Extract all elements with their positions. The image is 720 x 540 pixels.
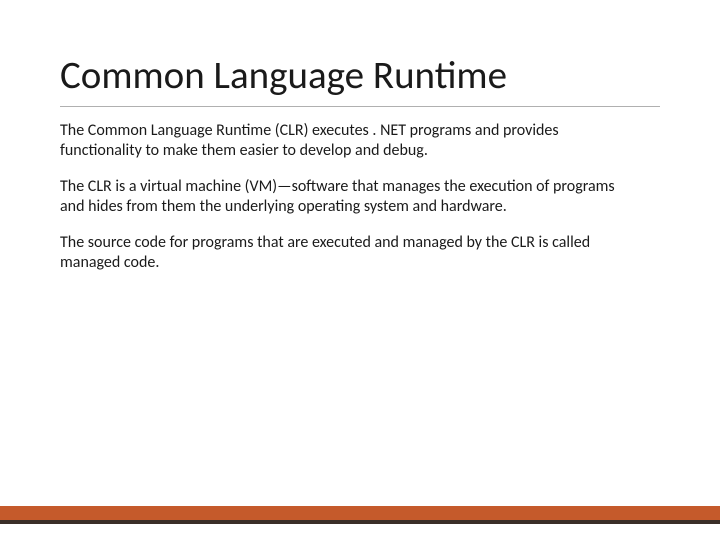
- paragraph: The CLR is a virtual machine (VM)—softwa…: [60, 177, 620, 217]
- slide-body: The Common Language Runtime (CLR) execut…: [60, 121, 660, 273]
- slide-title: Common Language Runtime: [60, 55, 660, 107]
- footer-accent-orange: [0, 506, 720, 520]
- slide: Common Language Runtime The Common Langu…: [0, 0, 720, 540]
- footer-accent-bar: [0, 506, 720, 524]
- footer-accent-dark: [0, 520, 720, 524]
- paragraph: The Common Language Runtime (CLR) execut…: [60, 121, 620, 161]
- paragraph: The source code for programs that are ex…: [60, 233, 620, 273]
